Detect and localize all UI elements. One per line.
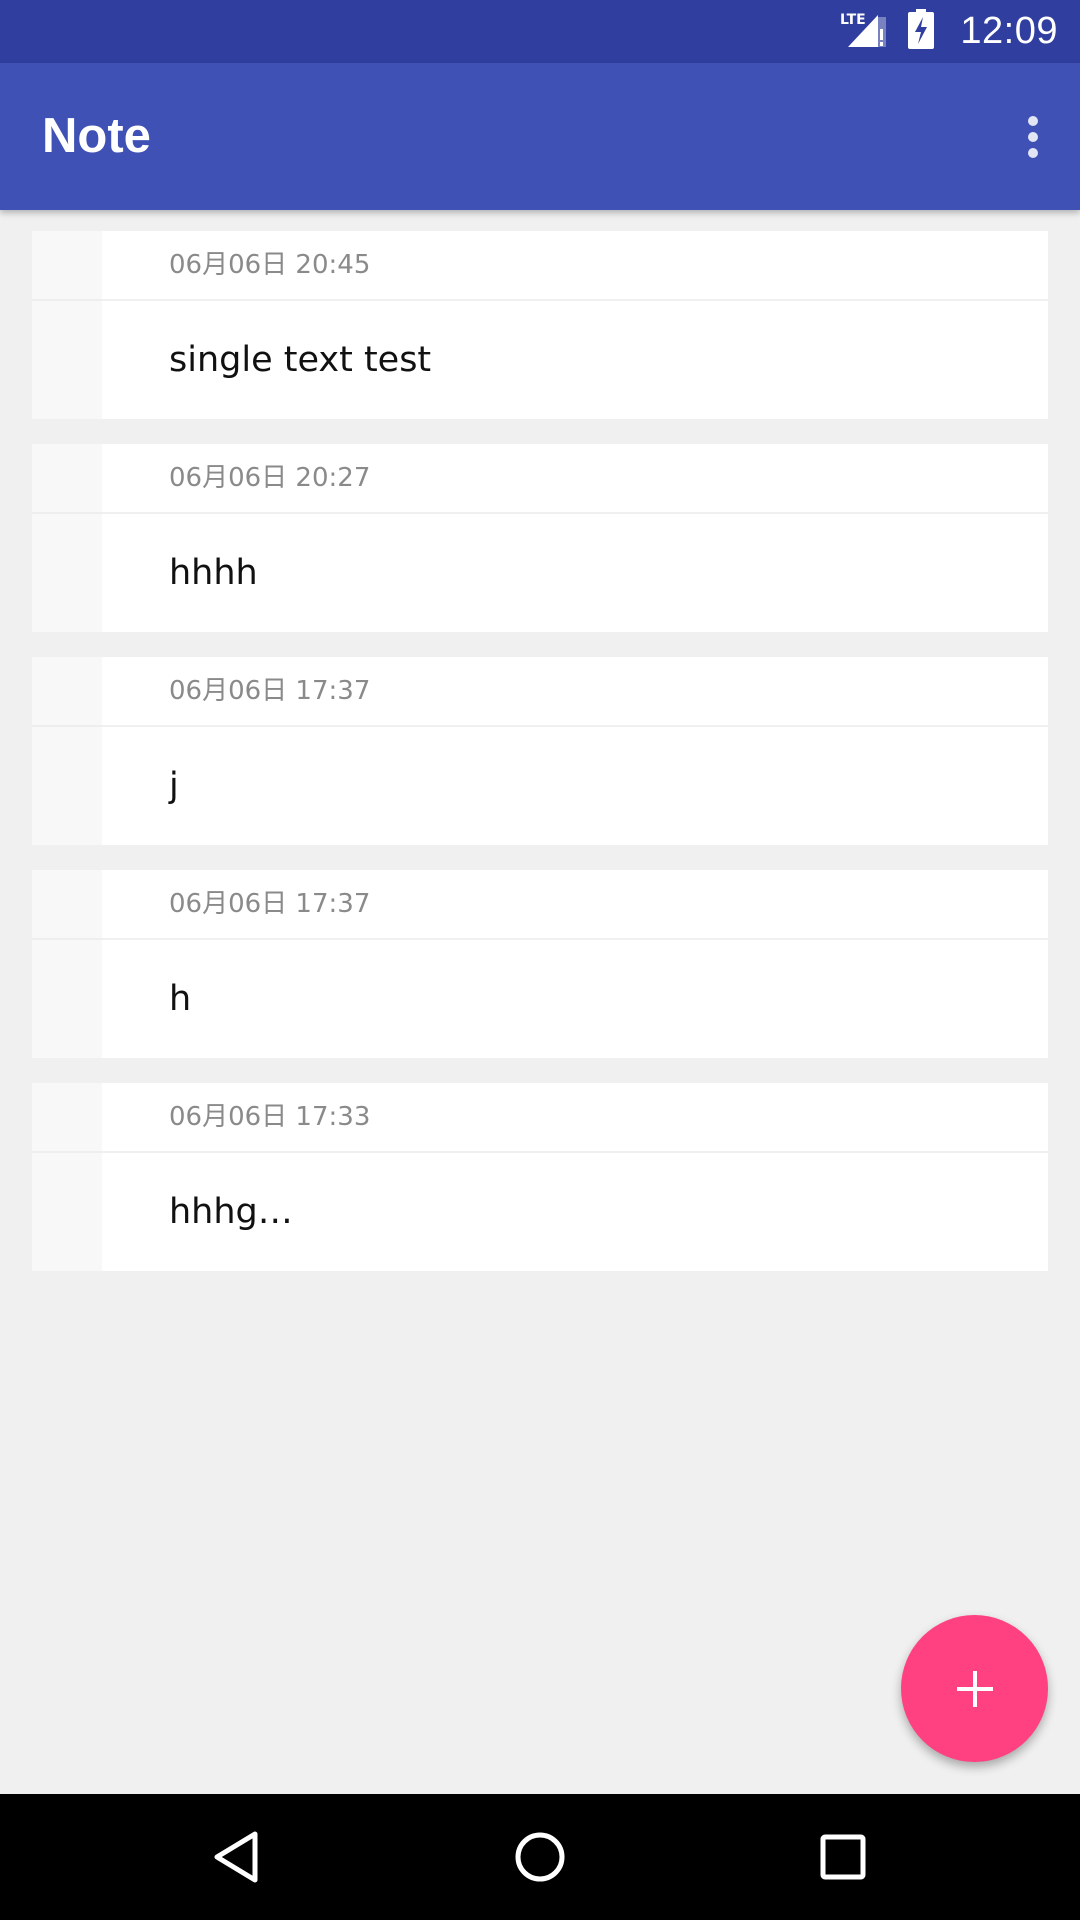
note-gutter [32, 657, 102, 845]
navigation-bar [0, 1794, 1080, 1920]
add-note-button[interactable] [901, 1615, 1048, 1762]
note-date-row: 06月06日 17:37 [102, 870, 1048, 940]
lte-signal-icon: LTE [840, 9, 888, 54]
note-list: 06月06日 20:45 single text test 06月06日 20:… [32, 231, 1048, 1296]
note-date: 06月06日 17:37 [169, 889, 371, 919]
app-title: Note [42, 109, 151, 163]
status-icons: LTE 12:09 [840, 0, 1058, 63]
status-time: 12:09 [960, 10, 1058, 52]
note-card[interactable]: 06月06日 17:33 hhhg… [32, 1083, 1048, 1271]
note-gutter [32, 444, 102, 632]
note-text: hhhh [169, 553, 258, 593]
home-button[interactable] [500, 1817, 580, 1897]
note-gutter [32, 231, 102, 419]
note-card[interactable]: 06月06日 17:37 j [32, 657, 1048, 845]
overflow-menu-button[interactable] [1000, 104, 1066, 170]
app-bar: Note [0, 63, 1080, 210]
note-card[interactable]: 06月06日 20:27 hhhh [32, 444, 1048, 632]
battery-charging-icon [908, 9, 935, 54]
note-date-row: 06月06日 17:37 [102, 657, 1048, 727]
note-gutter [32, 1083, 102, 1271]
note-card[interactable]: 06月06日 20:45 single text test [32, 231, 1048, 419]
back-button[interactable] [196, 1817, 276, 1897]
note-date: 06月06日 20:27 [169, 463, 371, 493]
note-date-row: 06月06日 17:33 [102, 1083, 1048, 1153]
note-card[interactable]: 06月06日 17:37 h [32, 870, 1048, 1058]
back-triangle-icon [214, 1831, 258, 1883]
plus-icon [956, 1670, 993, 1707]
note-date-row: 06月06日 20:27 [102, 444, 1048, 514]
note-date: 06月06日 20:45 [169, 250, 371, 280]
status-bar: LTE 12:09 [0, 0, 1080, 63]
note-text: h [169, 979, 192, 1019]
note-text: j [169, 766, 179, 806]
note-text: single text test [169, 340, 432, 380]
more-vert-icon [1028, 116, 1038, 158]
note-date: 06月06日 17:33 [169, 1102, 371, 1132]
recents-button[interactable] [803, 1817, 883, 1897]
note-date-row: 06月06日 20:45 [102, 231, 1048, 301]
svg-text:LTE: LTE [840, 12, 866, 28]
recents-square-icon [820, 1834, 866, 1880]
note-date: 06月06日 17:37 [169, 676, 371, 706]
home-circle-icon [515, 1832, 565, 1882]
note-text: hhhg… [169, 1192, 293, 1232]
note-gutter [32, 870, 102, 1058]
